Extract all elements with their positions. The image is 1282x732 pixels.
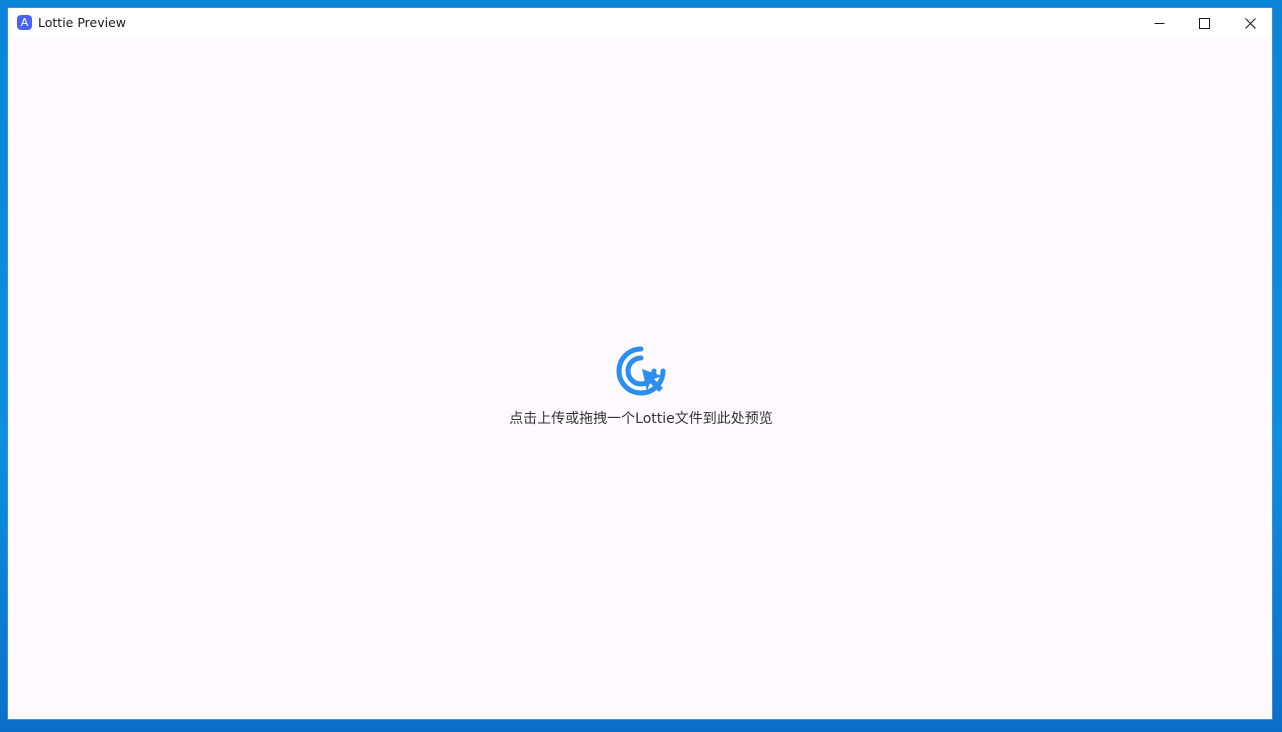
window-title: Lottie Preview [38,15,126,30]
maximize-icon [1198,17,1210,29]
close-icon [1244,17,1256,29]
desktop-background: A Lottie Preview 点击上传或拖拽一个Lottie文件到此处预览 [0,0,1282,732]
app-logo-icon: A [17,15,32,30]
app-window: A Lottie Preview 点击上传或拖拽一个Lottie文件到此处预览 [7,7,1273,720]
maximize-button[interactable] [1181,8,1227,38]
drop-zone[interactable]: 点击上传或拖拽一个Lottie文件到此处预览 [8,38,1272,719]
minimize-icon [1154,22,1164,24]
title-bar[interactable]: A Lottie Preview [8,8,1272,38]
minimize-button[interactable] [1136,8,1182,38]
close-button[interactable] [1227,8,1273,38]
upload-prompt: 点击上传或拖拽一个Lottie文件到此处预览 [509,411,773,427]
upload-area[interactable]: 点击上传或拖拽一个Lottie文件到此处预览 [491,338,791,438]
click-cursor-icon[interactable] [613,343,669,399]
